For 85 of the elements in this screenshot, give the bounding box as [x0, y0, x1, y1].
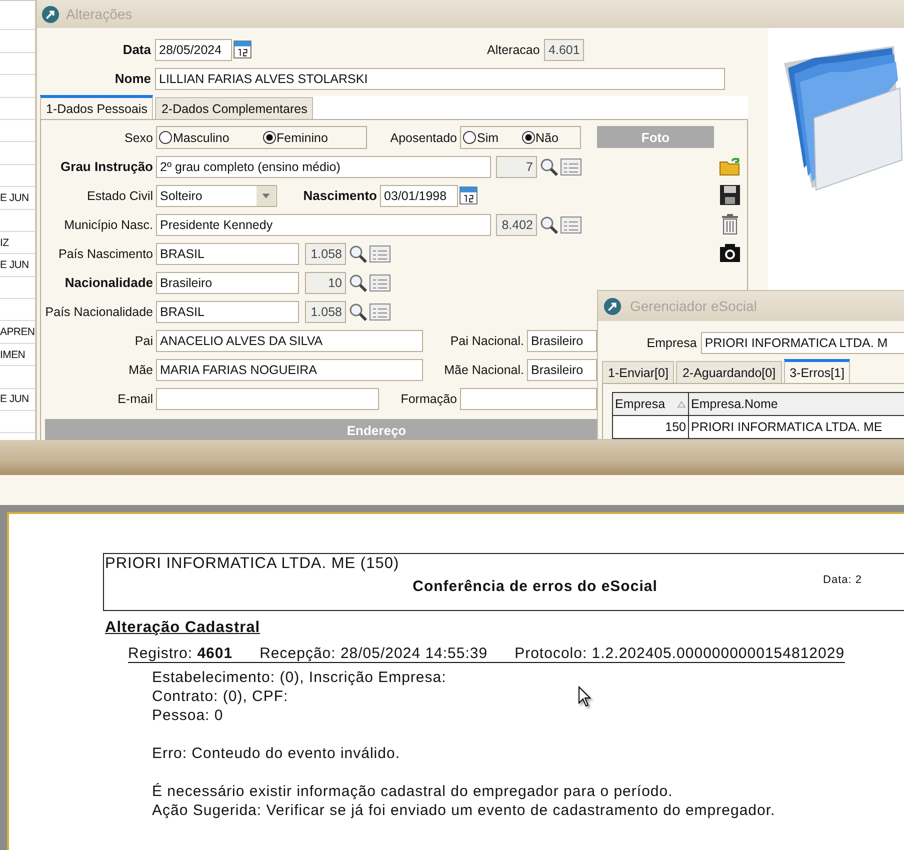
error-text: Erro: Conteudo do evento inválido. — [152, 744, 400, 763]
camera-icon[interactable] — [719, 242, 741, 264]
text-field[interactable]: Brasileiro — [527, 358, 597, 380]
message-text: Ação Sugerida: Verificar se já foi enviado um evento de cadastramento do empregador. — [152, 801, 776, 820]
field-label: Estado Civil — [86, 188, 153, 202]
field-label: Sexo — [124, 130, 153, 144]
section-title: Alteração Cadastral — [105, 619, 260, 637]
tab[interactable]: 1-Enviar[0] — [602, 361, 674, 383]
cursor-icon — [578, 686, 592, 708]
text-field[interactable]: ANACELIO ALVES DA SILVA — [156, 330, 423, 352]
field-label: Pai Nacional. — [449, 334, 524, 348]
code-field: 7 — [496, 156, 537, 178]
field-label: Nacionalidade — [64, 275, 153, 290]
radio-option[interactable]: Sim — [463, 130, 522, 144]
search-icon[interactable] — [348, 272, 368, 292]
text-field[interactable]: Brasileiro — [527, 330, 597, 352]
search-icon[interactable] — [539, 156, 559, 176]
field-label: Pai — [134, 334, 153, 348]
code-field: 8.402 — [496, 214, 537, 236]
tab[interactable]: 2-Dados Complementares — [155, 97, 314, 119]
field-label: E-mail — [116, 392, 153, 406]
save-icon[interactable] — [719, 184, 741, 206]
search-icon[interactable] — [539, 214, 559, 234]
date-field[interactable]: 28/05/2024 — [155, 38, 232, 60]
field-label: Empresa — [646, 336, 697, 350]
lookup-field[interactable]: 2º grau completo (ensino médio) — [156, 156, 491, 178]
column-header[interactable]: Empresa.Nome — [689, 393, 904, 415]
detail-text: Pessoa: 0 — [152, 706, 224, 725]
tab[interactable]: 1-Dados Pessoais — [40, 95, 154, 119]
lookup-field[interactable]: BRASIL — [156, 300, 299, 322]
company-field[interactable]: PRIORI INFORMATICA LTDA. M — [700, 332, 904, 354]
text-field[interactable] — [156, 388, 379, 410]
dropdown[interactable]: Solteiro — [156, 184, 277, 206]
code-field: 1.058 — [305, 242, 346, 264]
field-label: Alteracao — [487, 42, 540, 56]
field-label: Município Nasc. — [63, 218, 153, 232]
field-label: País Nacionalidade — [44, 304, 153, 318]
app-logo-icon — [603, 296, 622, 316]
search-icon[interactable] — [348, 244, 368, 264]
app-logo-icon — [41, 4, 60, 24]
field-label: Mãe Nacional. — [443, 362, 524, 376]
field-label: Formação — [400, 392, 457, 406]
window-title: Alterações — [66, 6, 132, 22]
summary-text: Protocolo: 1.2.202405.0000000000154812029 — [514, 645, 845, 662]
field-label: Mãe — [128, 362, 153, 376]
field-label: Nome — [114, 71, 151, 86]
detail-text: Contrato: (0), CPF: — [152, 687, 288, 706]
window-title: Gerenciador eSocial — [630, 298, 757, 314]
text-field[interactable]: MARIA FARIAS NOGUEIRA — [156, 358, 423, 380]
tab[interactable]: 2-Aguardando[0] — [676, 361, 782, 383]
radio-option[interactable]: Masculino — [159, 130, 262, 144]
calendar-icon[interactable] — [233, 40, 252, 59]
trash-icon[interactable] — [719, 213, 741, 235]
report-date: Data: 2 — [823, 574, 862, 586]
number-field: 4.601 — [544, 38, 584, 60]
table-cell: 150 — [613, 416, 689, 438]
detail-text: Estabelecimento: (0), Inscrição Empresa: — [152, 668, 446, 687]
field-label: Aposentado — [389, 130, 457, 144]
field-label: Data — [122, 42, 151, 57]
sort-icon — [677, 400, 686, 408]
tab[interactable]: 3-Erros[1] — [784, 359, 850, 383]
field-label: Nascimento — [302, 188, 377, 203]
lookup-field[interactable]: BRASIL — [156, 242, 299, 264]
caret-icon[interactable] — [256, 186, 276, 206]
lookup-field[interactable]: Brasileiro — [156, 272, 299, 294]
column-header[interactable]: Empresa — [613, 393, 689, 415]
search-icon[interactable] — [348, 302, 368, 322]
calendar-icon[interactable] — [459, 186, 478, 205]
lookup-field[interactable]: Presidente Kennedy — [156, 214, 491, 236]
radio-option[interactable]: Não — [522, 130, 580, 144]
summary-text: Recepção: 28/05/2024 14:55:39 — [260, 645, 488, 662]
field-label: País Nascimento — [58, 246, 153, 260]
folder-icon[interactable] — [719, 155, 741, 177]
text-field[interactable] — [460, 388, 597, 410]
name-field[interactable]: LILLIAN FARIAS ALVES STOLARSKI — [155, 68, 725, 90]
message-text: É necessário existir informação cadastral do empregador para o período. — [152, 782, 673, 801]
photo-header: Foto — [597, 126, 714, 148]
radio-option[interactable]: Feminino — [262, 130, 366, 144]
field-label: Grau Instrução — [60, 159, 153, 174]
date-field[interactable]: 03/01/1998 — [380, 184, 458, 206]
summary-text: Registro: 4601 — [128, 645, 233, 662]
code-field: 1.058 — [305, 300, 346, 322]
company-name: PRIORI INFORMATICA LTDA. ME (150) — [104, 554, 400, 573]
report-title: Conferência de erros do eSocial — [412, 578, 658, 595]
code-field: 10 — [305, 272, 346, 294]
